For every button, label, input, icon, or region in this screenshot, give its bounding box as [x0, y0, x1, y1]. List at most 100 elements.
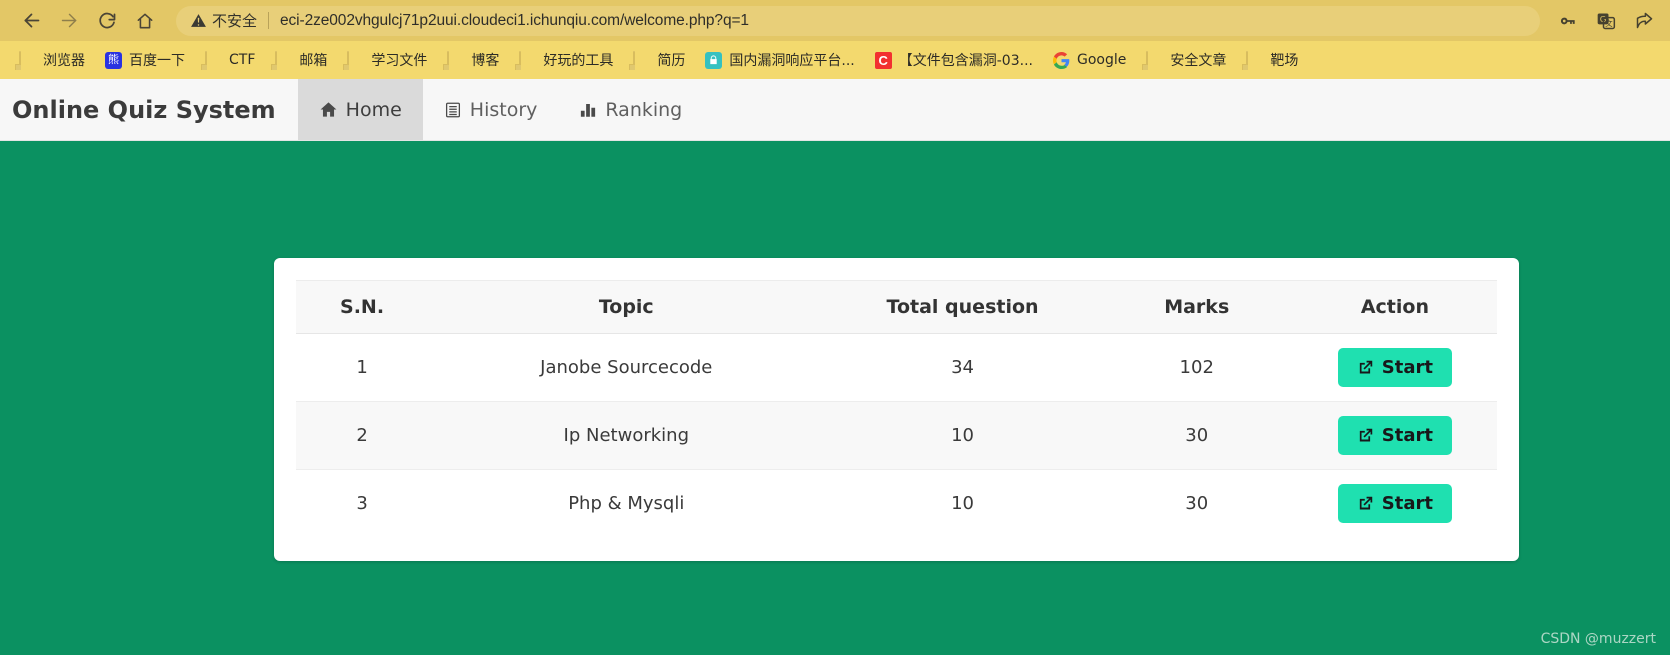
url-text[interactable]: eci-2ze002vhgulcj71p2uui.cloudeci1.ichun… [280, 12, 749, 30]
cell-topic: Ip Networking [428, 401, 825, 470]
document-icon [447, 50, 464, 70]
bookmark-item[interactable]: 熊百度一下 [96, 47, 194, 73]
ranking-icon [579, 101, 597, 119]
quiz-table-card: S.N. Topic Total question Marks Action 1… [274, 258, 1519, 561]
bookmark-label: 邮箱 [299, 53, 328, 69]
tab-ranking[interactable]: Ranking [558, 79, 703, 140]
document-icon [275, 50, 292, 70]
bookmark-label: 好玩的工具 [543, 53, 614, 69]
key-icon[interactable] [1556, 9, 1580, 33]
history-icon [444, 101, 462, 119]
external-link-icon [1357, 359, 1374, 376]
document-icon [205, 50, 222, 70]
tab-home[interactable]: Home [297, 79, 423, 140]
cell-total: 34 [824, 333, 1101, 402]
back-arrow-icon[interactable] [14, 4, 48, 38]
cell-marks: 30 [1185, 493, 1209, 514]
quiz-table: S.N. Topic Total question Marks Action 1… [296, 280, 1497, 537]
bookmark-label: 学习文件 [371, 53, 428, 69]
bookmark-label: 博客 [471, 53, 500, 69]
home-icon[interactable] [128, 4, 162, 38]
csdn-icon: C [874, 51, 892, 69]
table-header-row: S.N. Topic Total question Marks Action [296, 280, 1497, 334]
not-secure-warning-icon [190, 12, 207, 29]
bookmark-item[interactable]: 好玩的工具 [510, 47, 622, 73]
bookmark-item[interactable]: 国内漏洞响应平台... [696, 47, 863, 73]
cell-sn: 1 [296, 333, 429, 402]
bookmark-item[interactable]: 浏览器 [10, 47, 94, 73]
baidu-icon: 熊 [105, 51, 122, 69]
reload-icon[interactable] [90, 4, 124, 38]
cell-action: Start [1292, 333, 1497, 402]
svg-text:文: 文 [1605, 18, 1613, 28]
start-button-label: Start [1381, 493, 1433, 514]
home-icon [319, 100, 338, 119]
start-button[interactable]: Start [1337, 348, 1452, 387]
document-icon [19, 50, 36, 70]
nav-tab-list: Home History Ranking [297, 79, 704, 140]
bookmark-item[interactable]: 安全文章 [1137, 47, 1235, 73]
table-row: 2 Ip Networking 10 30 Start [296, 401, 1497, 470]
column-header-marks: Marks [1100, 280, 1293, 334]
bookmarks-bar: 浏览器 熊百度一下 CTF 邮箱 学习文件 博客 好玩的工具 简历 国内漏洞响应… [0, 41, 1670, 79]
bookmark-item[interactable]: 简历 [624, 47, 694, 73]
column-header-sn: S.N. [296, 280, 429, 334]
page-body: S.N. Topic Total question Marks Action 1… [0, 141, 1670, 655]
cell-total: 10 [824, 401, 1101, 470]
cell-total: 10 [951, 493, 974, 514]
tab-label: Home [345, 98, 402, 121]
bookmark-item[interactable]: 博客 [438, 47, 508, 73]
google-icon [1052, 51, 1070, 69]
translate-icon[interactable]: G文 [1594, 9, 1618, 33]
start-button[interactable]: Start [1337, 416, 1452, 455]
lock-icon [705, 51, 723, 69]
tab-label: Ranking [605, 98, 683, 121]
table-head: S.N. Topic Total question Marks Action [296, 280, 1497, 334]
start-button-label: Start [1381, 357, 1433, 378]
app-navbar: Online Quiz System Home History Ranking [0, 79, 1670, 141]
external-link-icon [1357, 427, 1374, 444]
cell-marks: 30 [1100, 401, 1293, 470]
omnibox-divider [268, 12, 270, 29]
bookmark-item[interactable]: Google [1044, 49, 1135, 72]
cell-topic: Janobe Sourcecode [428, 333, 825, 402]
browser-toolbar: 不安全 eci-2ze002vhgulcj71p2uui.cloudeci1.i… [0, 0, 1670, 41]
document-icon [1146, 50, 1163, 70]
column-header-action: Action [1292, 280, 1497, 334]
bookmark-label: 【文件包含漏洞-03... [898, 53, 1033, 69]
table-row: 3 Php & Mysqli 10 30 Start [296, 470, 1497, 538]
bookmark-label: 浏览器 [43, 53, 85, 69]
toolbar-icon-group: G文 [1556, 9, 1656, 33]
share-icon[interactable] [1632, 9, 1656, 33]
bookmark-label: 安全文章 [1170, 53, 1227, 69]
table-body: 1 Janobe Sourcecode 34 102 Start 2 Ip Ne… [296, 333, 1497, 538]
document-icon [1246, 50, 1263, 70]
cell-action: Start [1293, 470, 1497, 538]
bookmark-label: 国内漏洞响应平台... [729, 53, 855, 69]
bookmark-item[interactable]: C 【文件包含漏洞-03... [866, 47, 1042, 73]
bookmark-item[interactable]: CTF [196, 49, 264, 72]
document-icon [633, 50, 650, 70]
bookmark-label: 百度一下 [129, 53, 185, 69]
column-header-total: Total question [824, 280, 1101, 334]
start-button[interactable]: Start [1337, 484, 1452, 523]
watermark: CSDN @muzzert [1540, 631, 1656, 647]
tab-label: History [469, 98, 538, 121]
forward-arrow-icon[interactable] [52, 4, 86, 38]
column-header-topic: Topic [428, 280, 825, 334]
bookmark-item[interactable]: 邮箱 [266, 47, 336, 73]
start-button-label: Start [1381, 425, 1433, 446]
bookmark-item[interactable]: 靶场 [1237, 47, 1307, 73]
cell-sn: 2 [296, 401, 429, 470]
address-bar[interactable]: 不安全 eci-2ze002vhgulcj71p2uui.cloudeci1.i… [176, 5, 1540, 36]
cell-sn: 3 [356, 493, 368, 514]
bookmark-label: 靶场 [1270, 53, 1299, 69]
app-brand[interactable]: Online Quiz System [0, 79, 298, 140]
bookmark-item[interactable]: 学习文件 [338, 47, 436, 73]
bookmark-label: Google [1076, 52, 1127, 68]
tab-history[interactable]: History [423, 79, 559, 140]
bookmark-label: 简历 [657, 53, 686, 69]
document-icon [347, 50, 364, 70]
cell-marks: 102 [1100, 333, 1293, 402]
document-icon [519, 50, 536, 70]
